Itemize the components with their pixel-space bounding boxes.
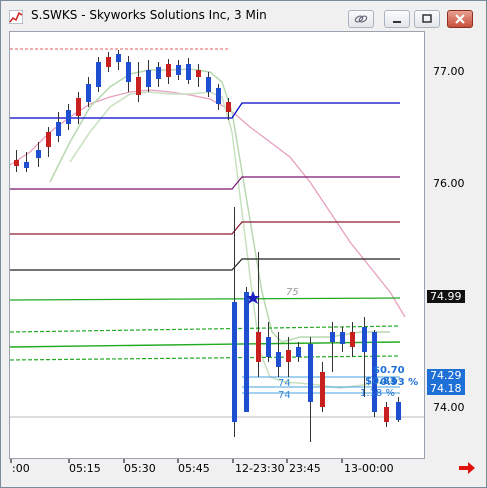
candle-body xyxy=(232,302,237,422)
candle-body xyxy=(24,162,29,168)
support-line-2 xyxy=(9,325,401,333)
candle-body xyxy=(166,64,171,77)
candle-body xyxy=(76,98,81,116)
fast-moving-average-upper xyxy=(49,68,390,343)
time-label-6: 13-00:00 xyxy=(344,462,394,475)
candle-body xyxy=(244,292,249,412)
candle-body xyxy=(340,332,345,344)
time-label-3: 05:45 xyxy=(178,462,210,475)
candle-body xyxy=(86,84,91,102)
candle-body xyxy=(350,332,355,347)
close-icon xyxy=(455,14,465,24)
price-label-77: 77.00 xyxy=(433,65,465,78)
time-label-0: :00 xyxy=(12,462,30,475)
restore-button[interactable] xyxy=(414,10,440,28)
candle-body xyxy=(186,64,191,80)
target-price-tag-1: 74.29 xyxy=(427,369,465,382)
time-axis[interactable]: :00 05:15 05:30 05:45 12-23:30 23:45 13-… xyxy=(9,459,419,479)
candle-body xyxy=(216,88,221,104)
candle-body xyxy=(276,352,281,367)
resistance-level-black xyxy=(10,258,400,271)
candle-body xyxy=(226,102,231,112)
candle-body xyxy=(56,122,61,136)
candle-body xyxy=(266,337,271,357)
time-label-1: 05:15 xyxy=(69,462,101,475)
candle-body xyxy=(196,70,201,77)
support-line-4 xyxy=(9,355,401,361)
link-icon xyxy=(354,15,368,23)
candle-body xyxy=(14,160,19,166)
candlestick-series xyxy=(14,50,401,442)
close-button[interactable] xyxy=(447,10,473,28)
candle-body xyxy=(330,332,335,342)
level-label-2: 74 xyxy=(278,390,291,401)
time-label-5: 23:45 xyxy=(289,462,321,475)
scroll-to-latest-arrow-icon[interactable] xyxy=(457,460,477,476)
percent-value-2: 1.18 % xyxy=(360,388,395,399)
minimize-icon xyxy=(393,21,401,23)
resistance-level-purple xyxy=(10,176,400,190)
candle-body xyxy=(66,110,71,124)
candle-body xyxy=(256,332,261,362)
last-price-tag: 74.99 xyxy=(427,290,465,303)
candle-body xyxy=(96,62,101,87)
chart-app-icon xyxy=(9,10,23,24)
candle-body xyxy=(106,57,111,67)
percent-value-1: 0.93 % xyxy=(380,377,418,388)
title-bar[interactable]: S.SWKS - Skyworks Solutions Inc, 3 Min xyxy=(1,1,486,31)
price-chart-canvas[interactable]: 75 74 74 $0.70 $0.83 0.93 % 1.18 % xyxy=(9,32,424,458)
time-label-4: 12-23:30 xyxy=(235,462,285,475)
candle-body xyxy=(362,327,367,352)
restore-icon xyxy=(422,14,432,23)
price-chart[interactable]: 75 74 74 $0.70 $0.83 0.93 % 1.18 % xyxy=(9,31,425,459)
time-label-2: 05:30 xyxy=(124,462,156,475)
candle-body xyxy=(126,62,131,82)
window-title: S.SWKS - Skyworks Solutions Inc, 3 Min xyxy=(31,8,267,22)
candle-body xyxy=(146,70,151,87)
price-label-76: 76.00 xyxy=(433,177,465,190)
candle-body xyxy=(136,77,141,95)
ma-value-label: 75 xyxy=(286,287,299,298)
candle-body xyxy=(308,344,313,402)
candle-body xyxy=(286,350,291,362)
candle-body xyxy=(176,65,181,75)
candle-body xyxy=(320,372,325,407)
price-label-74: 74.00 xyxy=(433,401,465,414)
candle-body xyxy=(36,150,41,158)
chart-window: S.SWKS - Skyworks Solutions Inc, 3 Min 7… xyxy=(0,0,487,488)
support-line-1 xyxy=(9,297,401,301)
link-button[interactable] xyxy=(348,10,374,28)
candle-body xyxy=(206,77,211,92)
resistance-level-maroon xyxy=(10,221,400,235)
candle-body xyxy=(156,67,161,79)
slow-moving-average-line xyxy=(9,89,406,318)
candle-body xyxy=(396,402,401,420)
candle-body xyxy=(116,54,121,62)
target-price-tag-2: 74.18 xyxy=(427,382,465,395)
change-value-1: $0.70 xyxy=(373,365,405,376)
candle-body xyxy=(46,132,51,147)
level-label-1: 74 xyxy=(278,378,291,389)
price-axis[interactable]: 77.00 76.00 74.00 74.99 74.29 74.18 xyxy=(425,31,481,459)
minimize-button[interactable] xyxy=(384,10,410,28)
candle-body xyxy=(296,347,301,357)
candle-body xyxy=(384,407,389,422)
